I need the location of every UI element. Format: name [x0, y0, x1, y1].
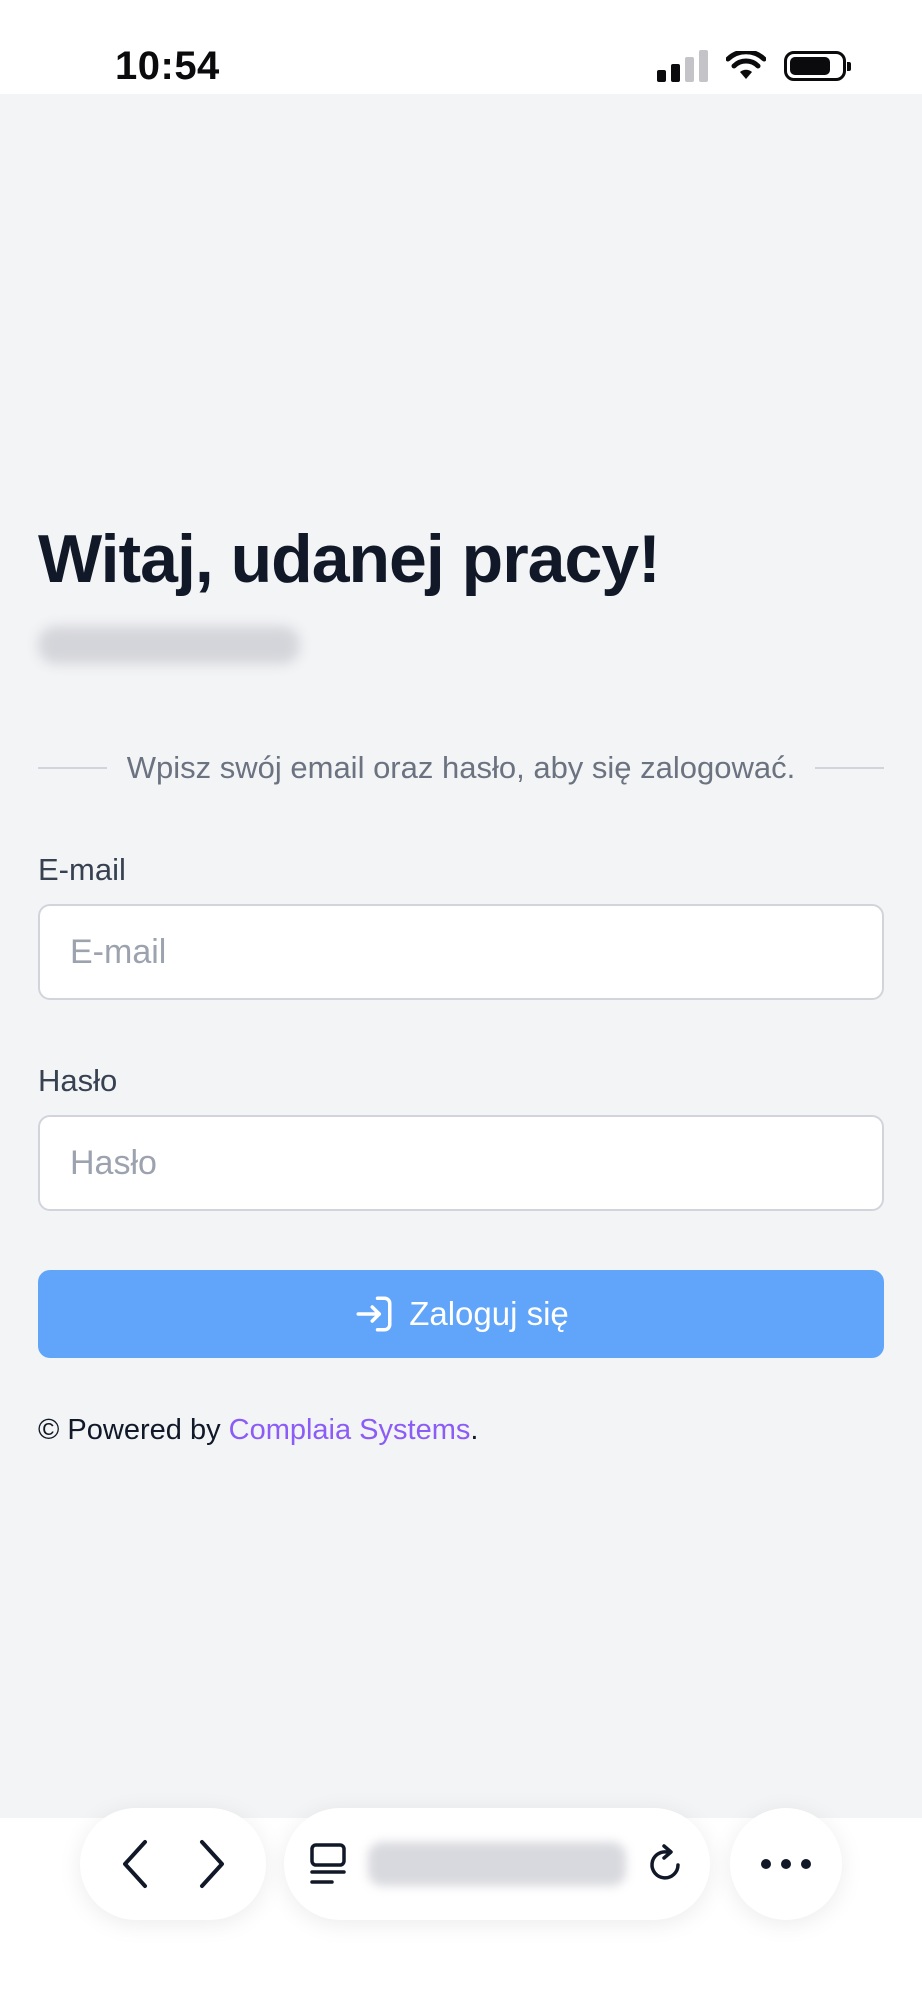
email-label: E-mail: [38, 852, 126, 887]
divider-line-right: [815, 767, 884, 769]
reload-icon: [650, 1844, 680, 1880]
tabs-button[interactable]: [308, 1842, 348, 1886]
powered-by-prefix: © Powered by: [38, 1414, 229, 1446]
forward-button[interactable]: [183, 1836, 239, 1892]
login-instruction: Wpisz swój email oraz hasło, aby się zal…: [126, 750, 796, 785]
battery-icon: [784, 51, 851, 81]
more-menu-button[interactable]: [730, 1808, 842, 1920]
signal-icon: [657, 50, 708, 82]
password-field[interactable]: [38, 1115, 884, 1211]
password-label: Hasło: [38, 1063, 118, 1098]
status-bar: 10:54: [0, 0, 922, 94]
page-title: Witaj, udanej pracy!: [38, 521, 661, 597]
login-button[interactable]: Zaloguj się: [38, 1270, 884, 1358]
complaia-link[interactable]: Complaia Systems: [229, 1414, 471, 1446]
more-icon: [761, 1859, 811, 1869]
address-pill: [284, 1808, 710, 1920]
login-button-label: Zaloguj się: [409, 1295, 569, 1332]
status-time: 10:54: [115, 44, 220, 88]
powered-by: © Powered by Complaia Systems.: [38, 1414, 478, 1447]
blurred-subtitle: [38, 626, 300, 664]
address-field[interactable]: [368, 1842, 626, 1886]
divider-line-left: [38, 767, 107, 769]
wifi-icon: [726, 51, 766, 79]
email-field[interactable]: [38, 904, 884, 1000]
status-icons: [657, 50, 851, 82]
navigation-pill: [80, 1808, 266, 1920]
reload-button[interactable]: [646, 1843, 686, 1885]
back-icon: [122, 1840, 147, 1888]
forward-icon: [199, 1840, 224, 1888]
tabs-icon: [310, 1843, 346, 1884]
instruction-divider: Wpisz swój email oraz hasło, aby się zal…: [38, 748, 884, 788]
back-button[interactable]: [108, 1836, 164, 1892]
powered-by-suffix: .: [470, 1414, 479, 1446]
login-icon: [356, 1296, 392, 1332]
